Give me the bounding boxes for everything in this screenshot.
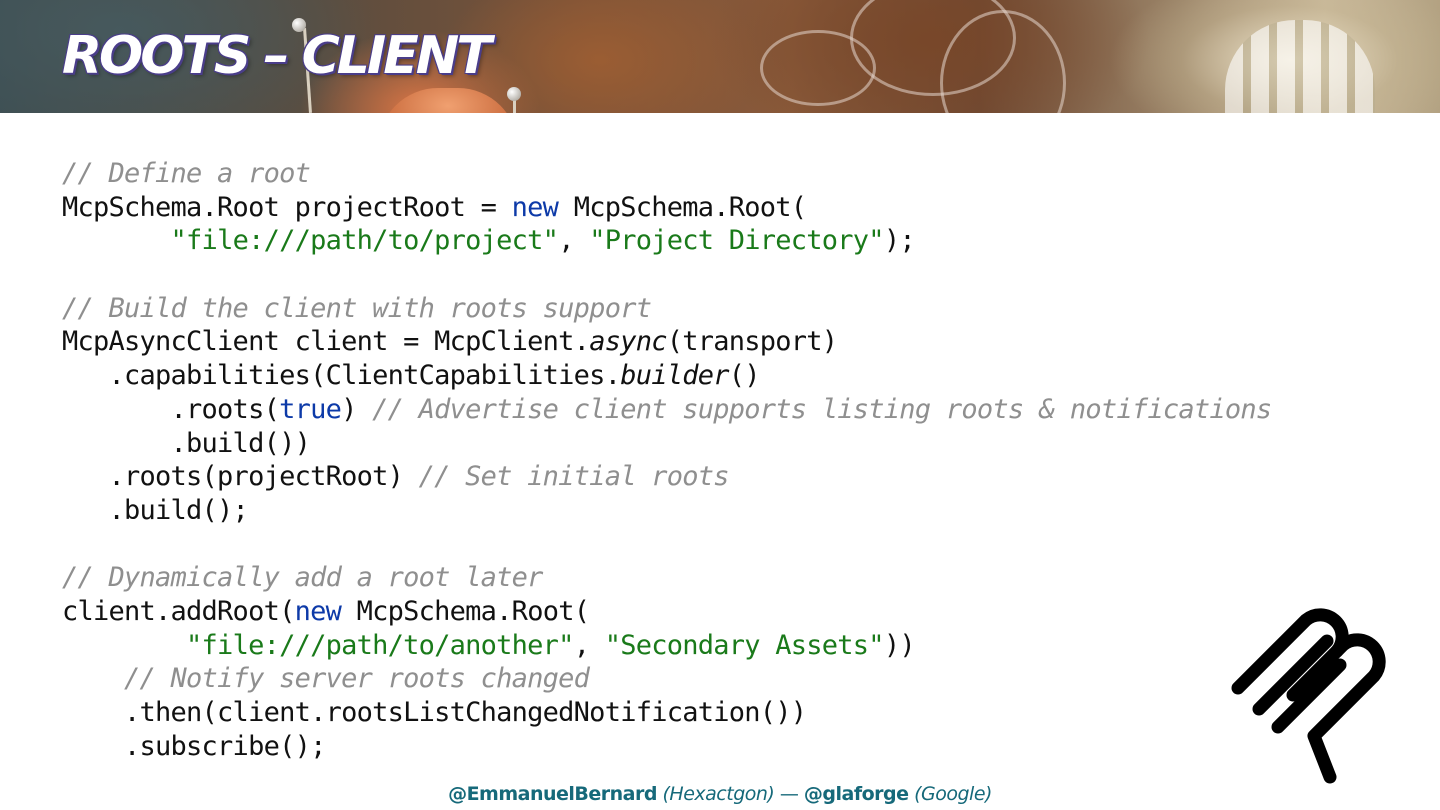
code-block: // Define a root McpSchema.Root projectRo… [62, 157, 1273, 764]
code-token: builder [620, 360, 729, 392]
code-line: .then(client.rootsListChangedNotificatio… [62, 696, 1271, 730]
code-line: .roots(true) // Advertise client support… [62, 393, 1273, 427]
footer-author-org: (Hexactgon) [662, 783, 775, 805]
code-token: , [573, 629, 605, 661]
code-string: "file:///path/to/project" [170, 225, 559, 257]
code-line: .subscribe(); [62, 730, 1271, 764]
code-line: // Define a root [62, 157, 1271, 191]
code-comment: // Advertise client supports listing roo… [372, 393, 1272, 425]
code-line: .build()) [62, 427, 1271, 461]
code-token: McpSchema.Root( [341, 595, 590, 627]
footer-credits: @EmmanuelBernard (Hexactgon) — @glaforge… [0, 783, 1440, 805]
banner-window-decoration [1225, 20, 1375, 113]
code-token: .capabilities(ClientCapabilities. [62, 360, 621, 392]
code-comment: // Define a root [62, 158, 311, 189]
footer-author-handle: @EmmanuelBernard [448, 783, 657, 805]
banner-knob-decoration [507, 87, 521, 101]
code-line: client.addRoot(new McpSchema.Root( [62, 595, 1271, 629]
code-token: McpAsyncClient client = McpClient. [62, 326, 590, 358]
code-comment: // Set initial roots [418, 461, 730, 493]
code-token: .build(); [62, 494, 249, 526]
code-line: .roots(projectRoot) // Set initial roots [62, 460, 1271, 494]
code-token: )) [883, 629, 916, 661]
code-token: client.addRoot( [62, 595, 295, 627]
code-line: McpSchema.Root projectRoot = new McpSche… [62, 191, 1271, 225]
code-comment: // Notify server roots changed [124, 663, 590, 695]
code-token: .roots( [62, 393, 280, 425]
code-token: .then(client.rootsListChangedNotificatio… [62, 697, 807, 728]
footer-separator: — [774, 783, 804, 805]
code-line: // Build the client with roots support [62, 292, 1271, 326]
code-keyword: new [511, 191, 559, 223]
code-token: .roots(projectRoot) [62, 461, 419, 493]
mcp-logo-icon [1231, 608, 1386, 784]
code-token: async [589, 326, 667, 358]
code-token: McpSchema.Root projectRoot = [62, 191, 512, 223]
code-token: , [558, 225, 590, 257]
code-token: () [728, 360, 761, 392]
banner-robot-head-decoration [378, 88, 518, 113]
code-line: // Notify server roots changed [62, 662, 1271, 696]
code-token: ); [883, 225, 916, 257]
footer-author-handle: @glaforge [803, 783, 909, 805]
code-token: McpSchema.Root( [558, 191, 807, 223]
code-string: "file:///path/to/another" [186, 629, 574, 661]
code-line: "file:///path/to/project", "Project Dire… [62, 224, 1271, 258]
code-keyword: new [294, 595, 342, 627]
code-keyword: true [279, 393, 342, 425]
code-comment: // Dynamically add a root later [62, 562, 543, 594]
code-string: "Secondary Assets" [604, 629, 885, 661]
code-token: .subscribe(); [62, 730, 326, 762]
code-line: McpAsyncClient client = McpClient.async(… [62, 325, 1271, 359]
code-token: .build()) [62, 427, 311, 459]
banner-wire-decoration [760, 30, 876, 106]
code-token: (transport) [666, 326, 838, 358]
code-string: "Project Directory" [589, 225, 884, 257]
code-token: ) [341, 393, 373, 425]
code-line: .capabilities(ClientCapabilities.builder… [62, 359, 1271, 393]
code-line: // Dynamically add a root later [62, 561, 1271, 595]
slide-title: Roots – Client [62, 26, 492, 86]
code-comment: // Build the client with roots support [62, 292, 652, 324]
code-line: "file:///path/to/another", "Secondary As… [62, 629, 1271, 663]
footer-author-org: (Google) [914, 783, 992, 805]
code-line: .build(); [62, 494, 1271, 528]
